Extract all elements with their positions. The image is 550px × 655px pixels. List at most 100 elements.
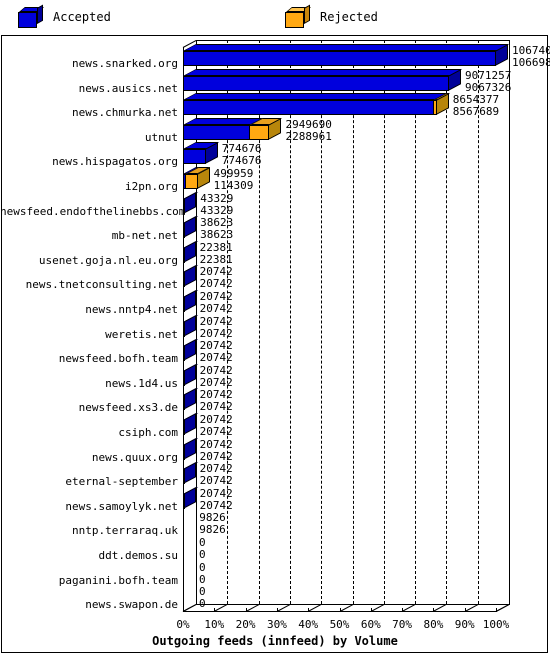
- legend-label-rejected: Rejected: [320, 10, 378, 24]
- accepted-cube-icon: [18, 4, 44, 28]
- accepted-bar-segment: [183, 370, 185, 386]
- accepted-value-label-4: 774676: [221, 154, 262, 168]
- bar-row: [182, 240, 199, 263]
- gridline-70: [415, 40, 417, 604]
- accepted-bar-segment: [183, 469, 185, 485]
- accepted-bar-segment: [183, 346, 185, 362]
- category-label-1: news.ausics.net: [78, 81, 178, 95]
- bar-row: [183, 68, 463, 91]
- bar-row: [183, 592, 184, 607]
- accepted-value-label-8: 22381: [199, 252, 233, 266]
- accepted-bar-segment: [183, 444, 185, 460]
- accepted-value-label-10: 20742: [199, 302, 233, 315]
- gridline-60: [383, 40, 385, 604]
- rejected-bar-segment: [249, 124, 270, 140]
- total-value-label-18: 20742: [199, 486, 233, 500]
- accepted-bar-segment: [183, 223, 185, 239]
- category-label-20: ddt.demos.su: [98, 549, 178, 562]
- gridline-90: [477, 40, 479, 604]
- category-label-21: paganini.bofh.team: [58, 573, 178, 587]
- accepted-value-label-6: 43329: [200, 203, 234, 217]
- bar-row: [183, 44, 510, 66]
- accepted-value-label-13: 20742: [199, 375, 233, 389]
- bar-row: [182, 339, 199, 362]
- category-label-15: csiph.com: [118, 426, 178, 439]
- category-label-2: news.chmurka.net: [72, 106, 178, 120]
- accepted-bar-segment: [183, 272, 185, 288]
- category-label-4: news.hispagatos.org: [52, 155, 178, 169]
- chart-legend: Accepted Rejected: [0, 0, 550, 34]
- chart-title: Outgoing feeds (innfeed) by Volume: [152, 634, 398, 648]
- bar-row: [182, 265, 199, 288]
- accepted-value-label-12: 20742: [199, 351, 233, 365]
- bar-row: [183, 568, 184, 583]
- accepted-value-label-11: 20742: [199, 326, 233, 340]
- category-label-3: utnut: [144, 130, 178, 144]
- total-value-label-11: 20742: [199, 314, 233, 328]
- accepted-bar-top: [183, 93, 448, 101]
- category-label-13: news.1d4.us: [105, 376, 178, 390]
- category-label-19: nntp.terraraq.uk: [72, 524, 178, 538]
- bar-row: [183, 117, 283, 140]
- category-label-8: usenet.goja.nl.eu.org: [38, 253, 178, 267]
- category-label-17: eternal-september: [65, 475, 178, 489]
- accepted-value-label-22: 0: [199, 597, 206, 611]
- total-value-label-16: 20742: [199, 437, 233, 451]
- category-label-12: newsfeed.bofh.team: [58, 352, 178, 366]
- gridline-100: [509, 40, 510, 604]
- accepted-value-label-20: 0: [199, 548, 206, 561]
- accepted-value-label-2: 8567689: [452, 105, 500, 119]
- rejected-cube-icon: [285, 4, 311, 28]
- accepted-bar-top: [183, 44, 510, 51]
- rejected-bar-segment: [185, 174, 198, 189]
- total-value-label-8: 22381: [199, 240, 233, 254]
- accepted-value-label-21: 0: [199, 572, 206, 586]
- bar-row: [183, 167, 211, 189]
- accepted-value-label-1: 9067326: [465, 80, 512, 94]
- bar-row: [182, 290, 199, 312]
- accepted-bar-segment: [183, 100, 435, 116]
- category-label-11: weretis.net: [105, 327, 178, 341]
- total-value-label-1: 9071257: [465, 68, 512, 82]
- category-label-22: news.swapon.de: [85, 598, 178, 612]
- legend-item-accepted: Accepted: [18, 4, 111, 28]
- bar-row: [182, 462, 199, 485]
- category-label-16: news.quux.org: [91, 450, 178, 464]
- accepted-bar-segment: [183, 493, 185, 509]
- bar-row: [182, 486, 199, 509]
- accepted-bar-segment: [183, 75, 449, 91]
- accepted-value-label-14: 20742: [199, 400, 233, 414]
- accepted-bar-segment: [183, 247, 185, 263]
- accepted-value-label-3: 2288961: [285, 129, 332, 143]
- accepted-bar-top: [183, 68, 463, 76]
- total-value-label-6: 43329: [200, 191, 234, 205]
- accepted-bar-segment: [183, 395, 185, 411]
- accepted-bar-segment: [183, 124, 251, 140]
- bar-row: [182, 437, 199, 460]
- accepted-value-label-9: 20742: [199, 277, 233, 291]
- category-label-9: news.tnetconsulting.net: [25, 278, 178, 292]
- bar-row: [183, 543, 184, 558]
- bar-row: [183, 93, 450, 116]
- legend-item-rejected: Rejected: [285, 4, 378, 28]
- total-value-label-21: 0: [199, 560, 206, 574]
- accepted-value-label-16: 20742: [199, 449, 233, 463]
- accepted-value-label-7: 38623: [200, 228, 234, 242]
- total-value-label-3: 2949690: [285, 117, 332, 131]
- accepted-value-label-15: 20742: [199, 425, 233, 438]
- category-label-5: i2pn.org: [125, 180, 178, 193]
- category-label-18: news.samoylyk.net: [65, 499, 178, 513]
- bar-row: [182, 413, 199, 435]
- accepted-value-label-17: 20742: [199, 474, 233, 488]
- accepted-bar-segment: [183, 149, 206, 165]
- category-label-14: newsfeed.xs3.de: [78, 401, 178, 415]
- bar-row: [183, 216, 199, 239]
- legend-label-accepted: Accepted: [53, 10, 111, 24]
- bar-row: [182, 314, 199, 337]
- chart-root: Accepted Rejected news.snarked.org 106740…: [0, 0, 550, 655]
- category-label-0: news.snarked.org: [72, 57, 178, 70]
- category-label-6: newsfeed.endofthelinebbs.com: [0, 204, 186, 218]
- accepted-value-label-5: 114309: [213, 179, 254, 192]
- xtick-label-100: 100%: [482, 618, 510, 631]
- accepted-bar-segment: [183, 321, 185, 337]
